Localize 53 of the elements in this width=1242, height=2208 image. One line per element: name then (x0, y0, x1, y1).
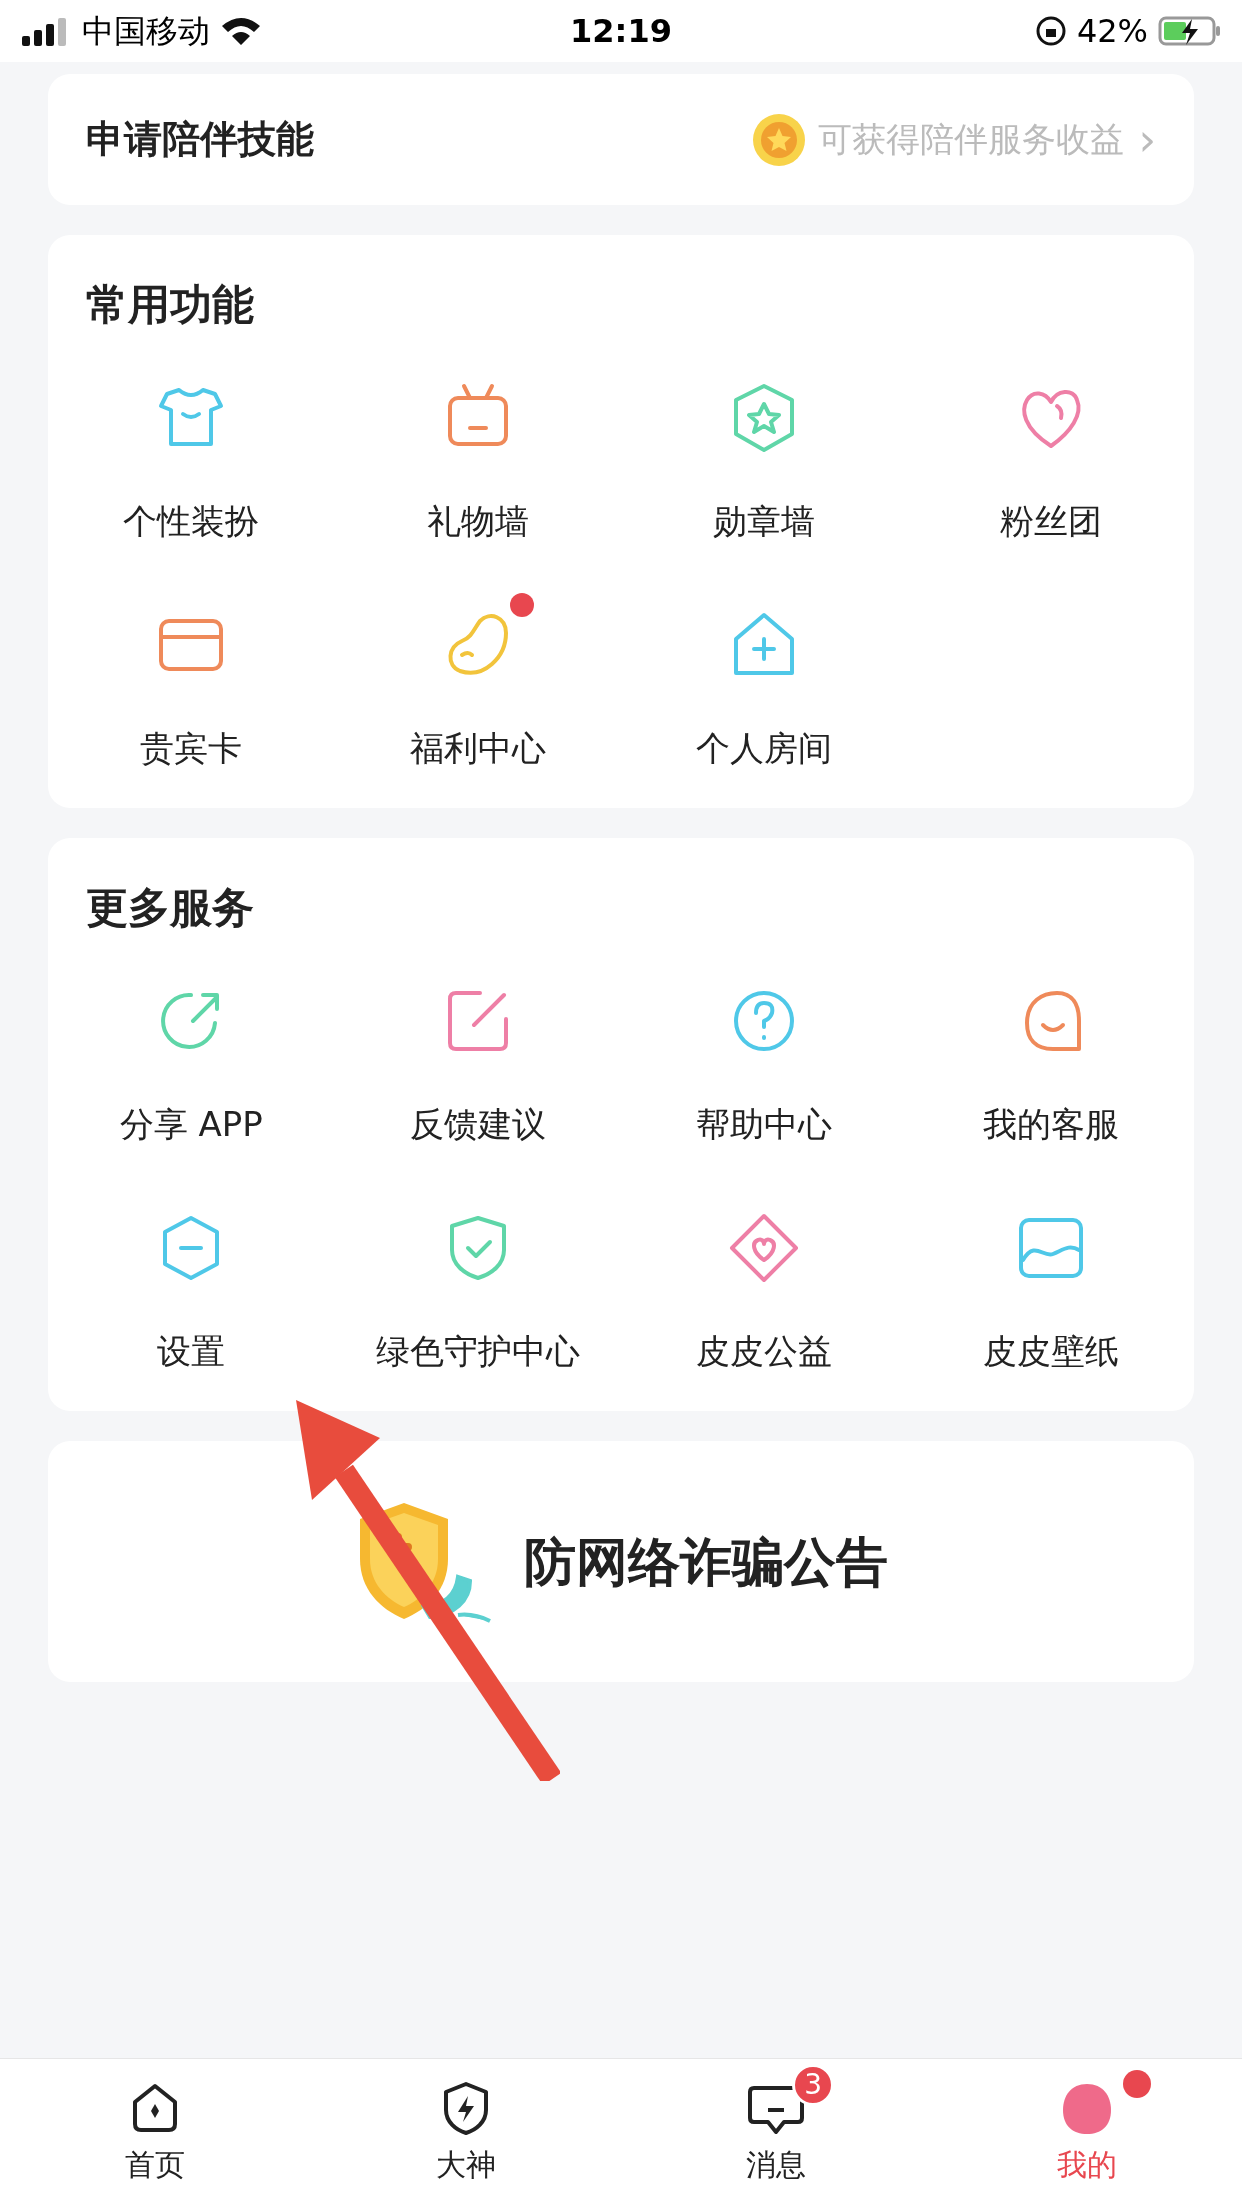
feature-item[interactable]: 反馈建议 (334, 973, 621, 1160)
feature-label: 个人房间 (696, 727, 833, 770)
feature-label: 皮皮壁纸 (982, 1330, 1119, 1373)
earnings-hint: 可获得陪伴服务收益 (818, 118, 1125, 161)
feature-item[interactable]: 贵宾卡 (48, 597, 335, 784)
notice-title: 防网络诈骗公告 (524, 1530, 888, 1594)
battery-icon (1158, 15, 1222, 47)
tab-item[interactable]: 首页 (0, 2059, 311, 2208)
feature-item[interactable]: 个人房间 (621, 597, 908, 784)
chevron: › (1138, 117, 1156, 162)
feature-label: 我的客服 (982, 1103, 1119, 1146)
feature-item[interactable]: 我的客服 (907, 973, 1194, 1160)
feature-item[interactable]: 粉丝团 (907, 370, 1194, 557)
coin-icon (752, 112, 807, 167)
feature-label: 贵宾卡 (140, 727, 243, 770)
tab-item[interactable]: 3 消息 (621, 2059, 932, 2208)
feature-label: 个性装扮 (123, 500, 260, 543)
tab-label: 首页 (125, 2146, 186, 2184)
feature-label: 分享 APP (119, 1103, 263, 1146)
feature-item[interactable]: 帮助中心 (621, 973, 908, 1160)
battery-percent: 42% (1076, 11, 1148, 52)
tab-label: 消息 (746, 2146, 807, 2184)
apply-skill-card[interactable]: 申请陪伴技能 可获得陪伴服务收益 › (48, 74, 1194, 205)
feature-item[interactable]: 福利中心 (334, 597, 621, 784)
status-time: 12:19 (569, 11, 673, 52)
feature-item[interactable]: 勋章墙 (621, 370, 908, 557)
section-title: 更多服务 (86, 882, 255, 934)
wifi-icon (220, 16, 262, 46)
feature-label: 粉丝团 (999, 500, 1102, 543)
feature-item[interactable]: 皮皮壁纸 (907, 1200, 1194, 1387)
feature-item[interactable]: 礼物墙 (334, 370, 621, 557)
feature-label: 勋章墙 (713, 500, 816, 543)
feature-label: 帮助中心 (696, 1103, 833, 1146)
rotation-lock-icon (1034, 15, 1067, 47)
tab-item[interactable]: 我的 (931, 2059, 1242, 2208)
tab-item[interactable]: 大神 (310, 2059, 621, 2208)
feature-item[interactable]: 分享 APP (48, 973, 335, 1160)
carrier-name: 中国移动 (82, 11, 210, 52)
notice-card[interactable]: 防网络诈骗公告 (48, 1441, 1194, 1682)
feature-label: 皮皮公益 (696, 1330, 833, 1373)
tab-label: 我的 (1056, 2146, 1117, 2184)
tab-label: 大神 (435, 2146, 496, 2184)
feature-item[interactable]: 皮皮公益 (621, 1200, 908, 1387)
card-title: 申请陪伴技能 (86, 116, 315, 163)
feature-label: 礼物墙 (426, 500, 529, 543)
section-title: 常用功能 (86, 279, 255, 331)
feature-label: 绿色守护中心 (375, 1330, 580, 1373)
feature-label: 反馈建议 (409, 1103, 546, 1146)
feature-item[interactable]: 绿色守护中心 (334, 1200, 621, 1387)
feature-item[interactable]: 个性装扮 (48, 370, 335, 557)
feature-item[interactable]: 设置 (48, 1200, 335, 1387)
feature-label: 福利中心 (409, 727, 546, 770)
feature-label: 设置 (157, 1330, 226, 1373)
